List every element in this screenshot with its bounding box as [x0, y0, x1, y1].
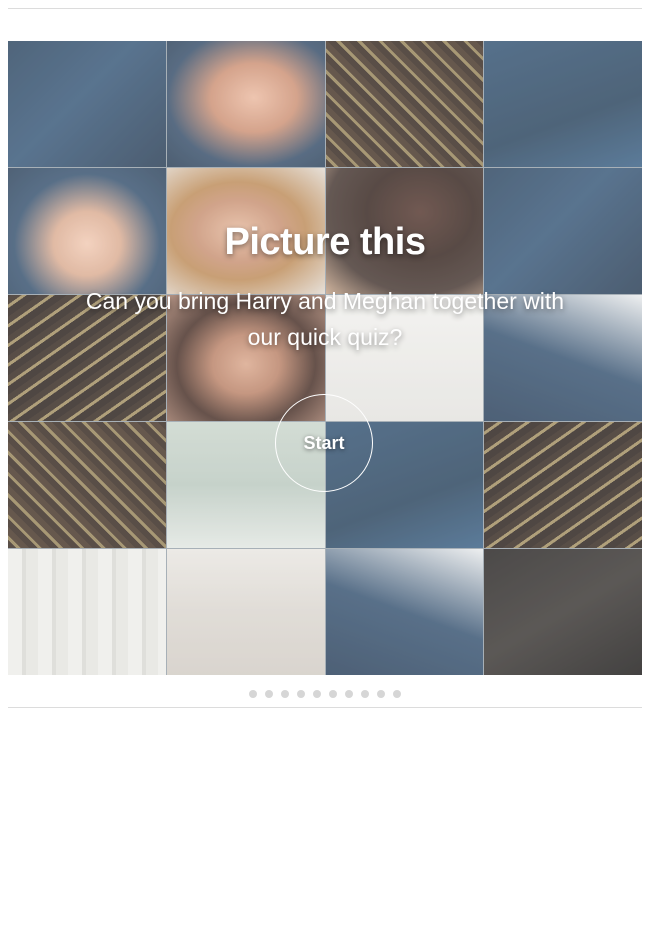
pagination-dot[interactable] — [345, 690, 353, 698]
photo-puzzle: Picture this Can you bring Harry and Meg… — [8, 41, 642, 675]
pagination-dots — [0, 690, 650, 698]
quiz-subtitle: Can you bring Harry and Meghan together … — [85, 288, 565, 350]
pagination-dot[interactable] — [313, 690, 321, 698]
pagination-dot[interactable] — [393, 690, 401, 698]
pagination-dot[interactable] — [361, 690, 369, 698]
pagination-dot[interactable] — [281, 690, 289, 698]
pagination-dot[interactable] — [249, 690, 257, 698]
quiz-intro: Picture this Can you bring Harry and Meg… — [8, 41, 642, 675]
top-divider — [8, 8, 642, 9]
pagination-dot[interactable] — [297, 690, 305, 698]
pagination-dot[interactable] — [329, 690, 337, 698]
start-button-label: Start — [303, 432, 345, 453]
quiz-title: Picture this — [224, 221, 426, 263]
pagination-dot[interactable] — [377, 690, 385, 698]
bottom-divider — [8, 707, 642, 708]
pagination-dot[interactable] — [265, 690, 273, 698]
start-button[interactable]: Start — [275, 394, 373, 492]
